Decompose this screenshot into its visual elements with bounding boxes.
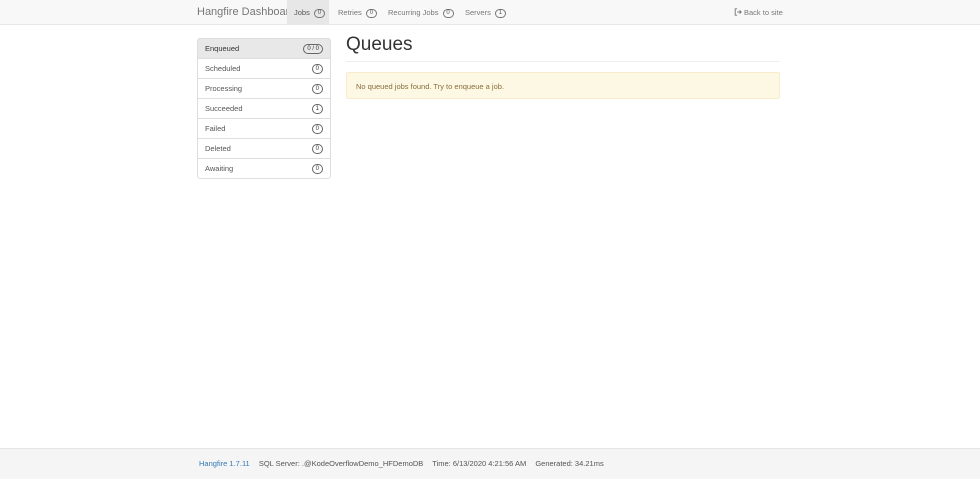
- sidebar-item-processing[interactable]: Processing 0: [197, 78, 331, 99]
- footer: Hangfire 1.7.11 SQL Server: .@KodeOverfl…: [0, 448, 980, 479]
- sidebar-item-badge: 0: [311, 164, 323, 174]
- sign-out-icon: [734, 8, 742, 16]
- sidebar-item-badge: 0 / 0: [303, 44, 323, 54]
- nav-retries-badge: 0: [365, 8, 377, 18]
- sidebar-item-label: Succeeded: [205, 104, 243, 113]
- jobs-sidebar: Enqueued 0 / 0 Scheduled 0 Processing 0 …: [197, 38, 331, 179]
- nav-recurring-jobs-badge: 0: [442, 8, 454, 18]
- nav-jobs[interactable]: Jobs 0: [287, 0, 329, 25]
- back-to-site-link[interactable]: Back to site: [734, 0, 783, 25]
- nav-retries[interactable]: Retries 0: [338, 0, 377, 25]
- sidebar-item-label: Processing: [205, 84, 243, 93]
- brand-link[interactable]: Hangfire Dashboard: [197, 0, 295, 25]
- nav-jobs-label: Jobs: [294, 8, 310, 17]
- footer-info: Hangfire 1.7.11 SQL Server: .@KodeOverfl…: [199, 449, 611, 479]
- sidebar-item-deleted[interactable]: Deleted 0: [197, 138, 331, 159]
- nav-jobs-badge: 0: [313, 8, 325, 18]
- sidebar-item-label: Enqueued: [205, 44, 240, 53]
- sidebar-item-badge: 0: [311, 84, 323, 94]
- nav-recurring-jobs[interactable]: Recurring Jobs 0: [388, 0, 454, 25]
- sidebar-item-failed[interactable]: Failed 0: [197, 118, 331, 139]
- back-to-site-label: Back to site: [744, 8, 783, 17]
- nav-servers-badge: 1: [494, 8, 506, 18]
- title-divider: [346, 61, 780, 62]
- sidebar-item-badge: 1: [311, 104, 323, 114]
- sidebar-item-scheduled[interactable]: Scheduled 0: [197, 58, 331, 79]
- nav-retries-label: Retries: [338, 8, 362, 17]
- sidebar-item-label: Failed: [205, 124, 226, 133]
- generation-time: Generated: 34.21ms: [535, 459, 604, 468]
- storage-info: SQL Server: .@KodeOverflowDemo_HFDemoDB: [258, 459, 424, 468]
- sidebar-item-badge: 0: [311, 144, 323, 154]
- empty-queue-alert: No queued jobs found. Try to enqueue a j…: [346, 72, 780, 99]
- page-title: Queues: [346, 34, 413, 55]
- server-time: Time: 6/13/2020 4:21:56 AM: [432, 459, 527, 468]
- top-navbar: Hangfire Dashboard Jobs 0 Retries 0 Recu…: [0, 0, 980, 25]
- sidebar-item-label: Scheduled: [205, 64, 241, 73]
- sidebar-item-succeeded[interactable]: Succeeded 1: [197, 98, 331, 119]
- sidebar-item-label: Deleted: [205, 144, 231, 153]
- sidebar-item-label: Awaiting: [205, 164, 234, 173]
- sidebar-item-badge: 0: [311, 64, 323, 74]
- sidebar-item-badge: 0: [311, 124, 323, 134]
- nav-recurring-jobs-label: Recurring Jobs: [388, 8, 439, 17]
- nav-servers[interactable]: Servers 1: [465, 0, 506, 25]
- nav-servers-label: Servers: [465, 8, 491, 17]
- sidebar-item-enqueued[interactable]: Enqueued 0 / 0: [197, 38, 331, 59]
- sidebar-item-awaiting[interactable]: Awaiting 0: [197, 158, 331, 179]
- version-link[interactable]: Hangfire 1.7.11: [199, 459, 250, 468]
